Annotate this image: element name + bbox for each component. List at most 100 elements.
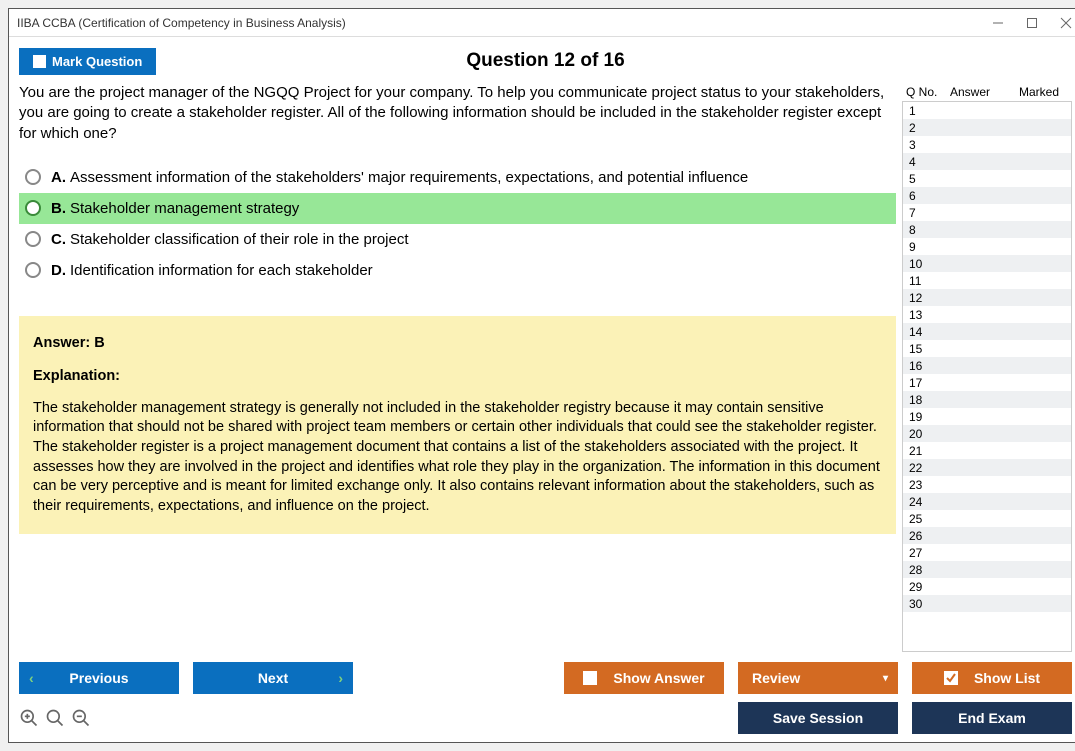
row-qno: 9: [909, 240, 939, 254]
row-qno: 29: [909, 580, 939, 594]
list-row[interactable]: 8: [903, 221, 1071, 238]
header-qno: Q No.: [906, 85, 950, 99]
option-C[interactable]: C.Stakeholder classification of their ro…: [19, 224, 896, 255]
review-button[interactable]: Review ▾: [738, 662, 898, 694]
app-window: IIBA CCBA (Certification of Competency i…: [8, 8, 1075, 743]
row-qno: 25: [909, 512, 939, 526]
end-exam-label: End Exam: [958, 710, 1026, 726]
next-label: Next: [258, 670, 288, 686]
chevron-left-icon: ‹: [29, 670, 34, 686]
option-B[interactable]: B.Stakeholder management strategy: [19, 193, 896, 224]
list-row[interactable]: 1: [903, 102, 1071, 119]
row-qno: 15: [909, 342, 939, 356]
caret-down-icon: ▾: [883, 673, 888, 684]
row-qno: 18: [909, 393, 939, 407]
list-row[interactable]: 13: [903, 306, 1071, 323]
zoom-reset-icon[interactable]: [19, 708, 39, 728]
list-row[interactable]: 28: [903, 561, 1071, 578]
button-row-1: ‹ Previous Next › Show Answer Review ▾: [19, 662, 1072, 694]
previous-button[interactable]: ‹ Previous: [19, 662, 179, 694]
window-controls: [990, 15, 1074, 31]
minimize-icon[interactable]: [990, 15, 1006, 31]
next-button[interactable]: Next ›: [193, 662, 353, 694]
option-A[interactable]: A.Assessment information of the stakehol…: [19, 162, 896, 193]
radio-icon: [25, 262, 41, 278]
list-row[interactable]: 30: [903, 595, 1071, 612]
row-qno: 3: [909, 138, 939, 152]
list-row[interactable]: 20: [903, 425, 1071, 442]
radio-icon: [25, 169, 41, 185]
option-text: Identification information for each stak…: [70, 262, 373, 279]
row-qno: 23: [909, 478, 939, 492]
zoom-out-icon[interactable]: [71, 708, 91, 728]
list-row[interactable]: 23: [903, 476, 1071, 493]
list-row[interactable]: 10: [903, 255, 1071, 272]
list-row[interactable]: 11: [903, 272, 1071, 289]
list-row[interactable]: 18: [903, 391, 1071, 408]
row-qno: 26: [909, 529, 939, 543]
list-row[interactable]: 16: [903, 357, 1071, 374]
list-row[interactable]: 12: [903, 289, 1071, 306]
question-area: You are the project manager of the NGQQ …: [19, 83, 896, 652]
row-qno: 20: [909, 427, 939, 441]
end-exam-button[interactable]: End Exam: [912, 702, 1072, 734]
list-row[interactable]: 29: [903, 578, 1071, 595]
list-row[interactable]: 24: [903, 493, 1071, 510]
list-row[interactable]: 21: [903, 442, 1071, 459]
list-row[interactable]: 25: [903, 510, 1071, 527]
top-row: Mark Question Question 12 of 16: [19, 45, 1072, 77]
row-qno: 12: [909, 291, 939, 305]
list-row[interactable]: 4: [903, 153, 1071, 170]
chevron-right-icon: ›: [338, 670, 343, 686]
list-row[interactable]: 15: [903, 340, 1071, 357]
list-row[interactable]: 6: [903, 187, 1071, 204]
row-qno: 2: [909, 121, 939, 135]
show-list-label: Show List: [974, 670, 1040, 686]
list-row[interactable]: 3: [903, 136, 1071, 153]
list-row[interactable]: 17: [903, 374, 1071, 391]
list-row[interactable]: 26: [903, 527, 1071, 544]
row-qno: 11: [909, 274, 939, 288]
question-list[interactable]: 1234567891011121314151617181920212223242…: [903, 102, 1071, 651]
row-qno: 5: [909, 172, 939, 186]
row-qno: 6: [909, 189, 939, 203]
show-answer-button[interactable]: Show Answer: [564, 662, 724, 694]
row-qno: 4: [909, 155, 939, 169]
row-qno: 22: [909, 461, 939, 475]
list-row[interactable]: 2: [903, 119, 1071, 136]
list-row[interactable]: 5: [903, 170, 1071, 187]
row-qno: 16: [909, 359, 939, 373]
row-qno: 7: [909, 206, 939, 220]
show-answer-label: Show Answer: [613, 670, 704, 686]
list-header: Q No. Answer Marked: [902, 83, 1072, 101]
list-wrap: 1234567891011121314151617181920212223242…: [902, 101, 1072, 652]
list-row[interactable]: 7: [903, 204, 1071, 221]
show-list-button[interactable]: Show List: [912, 662, 1072, 694]
maximize-icon[interactable]: [1024, 15, 1040, 31]
list-row[interactable]: 14: [903, 323, 1071, 340]
explanation-text: The stakeholder management strategy is g…: [33, 399, 882, 516]
row-qno: 21: [909, 444, 939, 458]
option-D[interactable]: D.Identification information for each st…: [19, 255, 896, 286]
save-session-button[interactable]: Save Session: [738, 702, 898, 734]
options-list: A.Assessment information of the stakehol…: [19, 162, 896, 286]
close-icon[interactable]: [1058, 15, 1074, 31]
row-qno: 19: [909, 410, 939, 424]
list-row[interactable]: 27: [903, 544, 1071, 561]
zoom-in-icon[interactable]: [45, 708, 65, 728]
mark-question-label: Mark Question: [52, 54, 142, 69]
header-marked: Marked: [1010, 85, 1068, 99]
main-row: You are the project manager of the NGQQ …: [19, 83, 1072, 652]
bottom-bar: ‹ Previous Next › Show Answer Review ▾: [19, 652, 1072, 734]
option-text: Assessment information of the stakeholde…: [70, 169, 748, 186]
list-row[interactable]: 22: [903, 459, 1071, 476]
answer-panel: Answer: B Explanation: The stakeholder m…: [19, 316, 896, 535]
row-qno: 17: [909, 376, 939, 390]
list-row[interactable]: 9: [903, 238, 1071, 255]
option-letter: B.: [51, 200, 66, 217]
mark-question-button[interactable]: Mark Question: [19, 48, 156, 75]
review-label: Review: [752, 670, 800, 686]
titlebar: IIBA CCBA (Certification of Competency i…: [9, 9, 1075, 37]
option-letter: A.: [51, 169, 66, 186]
list-row[interactable]: 19: [903, 408, 1071, 425]
